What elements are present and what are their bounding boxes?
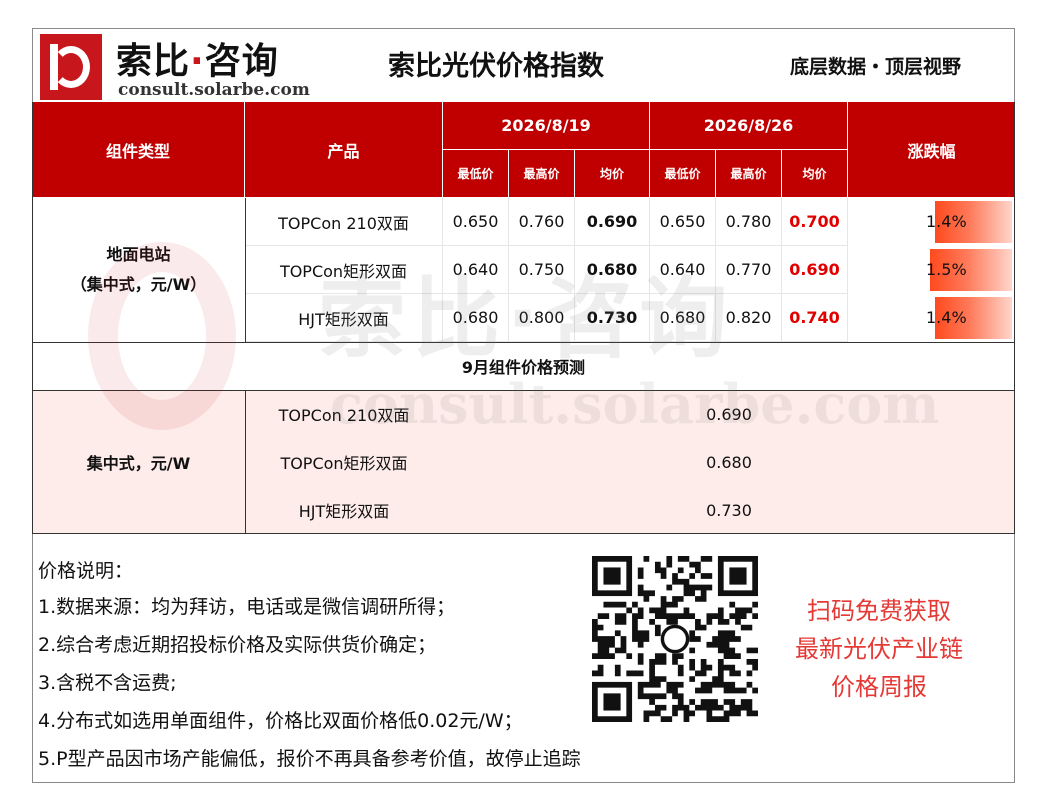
forecast-value: 0.680 [706, 452, 752, 472]
row-product: TOPCon 210双面 [245, 198, 443, 246]
note-item: 4.分布式如选用单面组件，价格比双面价格低0.02元/W； [38, 710, 523, 732]
row-avg-2: 0.700 [782, 198, 848, 246]
brand-url: consult.solarbe.com [118, 80, 310, 100]
change-value: 1.4% [926, 308, 967, 327]
group-label: 地面电站 （集中式，元/W） [70, 245, 207, 294]
row-high-1: 0.760 [509, 198, 575, 246]
note-item: 2.综合考虑近期招投标价格及实际供货价确定； [38, 634, 437, 656]
row-product: HJT矩形双面 [245, 294, 443, 342]
row-low-1: 0.680 [443, 294, 509, 342]
note-item: 5.P型产品因市场产能偏低，报价不再具备参考价值，故停止追踪 [38, 748, 581, 770]
row-product: TOPCon矩形双面 [245, 246, 443, 294]
row-avg-1: 0.730 [575, 294, 650, 342]
row-avg-2: 0.690 [782, 246, 848, 294]
header-change: 涨跌幅 [848, 102, 1015, 198]
change-value: 1.4% [926, 212, 967, 231]
row-avg-2: 0.740 [782, 294, 848, 342]
forecast-product: TOPCon 210双面 [278, 406, 410, 425]
row-high-1: 0.750 [509, 246, 575, 294]
sub-header-low-2: 最低价 [650, 150, 716, 198]
change-value: 1.5% [926, 260, 967, 279]
notes-title: 价格说明： [38, 560, 134, 582]
row-low-2: 0.680 [650, 294, 716, 342]
row-low-1: 0.650 [443, 198, 509, 246]
sub-header-high-2: 最高价 [716, 150, 782, 198]
brand-name: 索比·咨询 [116, 41, 279, 82]
promo-line: 扫码免费获取 [807, 597, 951, 625]
note-item: 3.含税不含运费; [38, 672, 177, 694]
promo-line: 价格周报 [831, 673, 927, 701]
change-bars: 1.4% 1.5% 1.4% [848, 198, 1015, 342]
row-low-2: 0.640 [650, 246, 716, 294]
row-low-2: 0.650 [650, 198, 716, 246]
row-avg-1: 0.690 [575, 198, 650, 246]
sub-header-avg-2: 均价 [782, 150, 848, 198]
forecast-group-label: 集中式，元/W [86, 454, 191, 473]
forecast-product: TOPCon矩形双面 [280, 454, 408, 473]
sub-header-high-1: 最高价 [509, 150, 575, 198]
row-low-1: 0.640 [443, 246, 509, 294]
header-product: 产品 [245, 102, 443, 198]
promo-line: 最新光伏产业链 [795, 635, 963, 663]
slogan: 底层数据・顶层视野 [790, 56, 962, 78]
row-high-2: 0.780 [716, 198, 782, 246]
row-high-2: 0.820 [716, 294, 782, 342]
row-high-1: 0.800 [509, 294, 575, 342]
row-high-2: 0.770 [716, 246, 782, 294]
forecast-value: 0.690 [706, 404, 752, 424]
header-date-2: 2026/8/26 [650, 102, 848, 150]
header-date-1: 2026/8/19 [443, 102, 650, 150]
promo-text: 扫码免费获取 最新光伏产业链 价格周报 [770, 592, 988, 706]
page-title: 索比光伏价格指数 [388, 51, 604, 82]
forecast-product: HJT矩形双面 [298, 502, 390, 521]
brand-logo-icon [40, 34, 102, 100]
qr-code-icon[interactable] [592, 556, 758, 722]
sub-header-avg-1: 均价 [575, 150, 650, 198]
price-table: 组件类型 产品 2026/8/19 2026/8/26 涨跌幅 最低价 最高价 … [32, 102, 1015, 534]
note-item: 1.数据来源：均为拜访，电话或是微信调研所得； [38, 596, 456, 618]
header-component-type: 组件类型 [32, 102, 245, 198]
forecast-title: 9月组件价格预测 [32, 342, 1015, 390]
sub-header-low-1: 最低价 [443, 150, 509, 198]
forecast-value: 0.730 [706, 500, 752, 520]
row-avg-1: 0.680 [575, 246, 650, 294]
